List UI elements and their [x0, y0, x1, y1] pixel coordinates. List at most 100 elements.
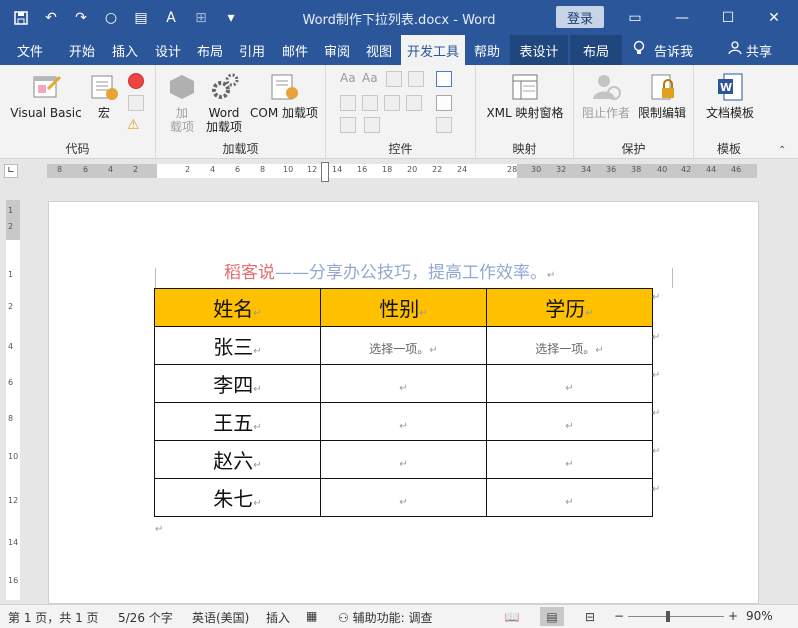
tab-mailings[interactable]: 邮件	[274, 35, 316, 65]
save-icon[interactable]	[8, 5, 34, 31]
undo-icon[interactable]: ↶	[38, 5, 64, 31]
gender-cell[interactable]: ↵	[320, 402, 487, 441]
tab-file[interactable]: 文件	[8, 35, 52, 65]
macro-security-icon[interactable]: ⚠	[127, 117, 140, 133]
table-row: 张三↵ 选择一项。↵ 选择一项。↵	[154, 326, 653, 365]
page-count[interactable]: 第 1 页，共 1 页	[8, 609, 99, 626]
name-cell[interactable]: 朱七↵	[154, 478, 321, 517]
block-authors-button[interactable]: 阻止作者	[578, 71, 634, 120]
circle-icon[interactable]: ○	[98, 5, 124, 31]
record-macro-icon[interactable]	[128, 73, 144, 89]
education-cell[interactable]: ↵	[486, 364, 653, 403]
collapse-ribbon-icon[interactable]: ⌃	[778, 145, 786, 156]
name-cell[interactable]: 李四↵	[154, 364, 321, 403]
ruler-tick: 4	[8, 342, 14, 351]
tell-me[interactable]: 告诉我	[632, 35, 693, 65]
tab-view[interactable]: 视图	[358, 35, 400, 65]
read-mode-icon[interactable]: 📖	[500, 607, 524, 626]
tab-home[interactable]: 开始	[60, 35, 104, 65]
web-layout-icon[interactable]: ⊟	[578, 607, 602, 626]
word-add-ins-button[interactable]: Word 加载项	[202, 71, 246, 134]
group-code-label: 代码	[65, 142, 90, 156]
education-cell[interactable]: ↵	[486, 440, 653, 479]
form-icon[interactable]: ▤	[128, 5, 154, 31]
print-layout-icon[interactable]: ▤	[540, 607, 564, 626]
maximize-icon[interactable]: ☐	[708, 0, 748, 35]
tab-references[interactable]: 引用	[232, 35, 272, 65]
education-dropdown[interactable]: 选择一项。↵	[486, 326, 653, 365]
name-cell[interactable]: 张三↵	[154, 326, 321, 365]
font-icon[interactable]: A	[158, 5, 184, 31]
insert-mode[interactable]: 插入	[266, 609, 290, 626]
accessibility-status[interactable]: ⚇ 辅助功能: 调查	[338, 609, 432, 626]
education-cell[interactable]: ↵	[486, 402, 653, 441]
visual-basic-button[interactable]: Visual Basic	[8, 71, 84, 120]
combo-box-control-icon[interactable]	[362, 95, 378, 111]
page-header[interactable]: 稻客说——分享办公技巧，提高工作效率。↵	[224, 258, 555, 283]
language[interactable]: 英语(美国)	[192, 609, 249, 626]
com-add-ins-button[interactable]: COM 加载项	[246, 71, 322, 120]
gender-cell[interactable]: ↵	[320, 440, 487, 479]
tab-help[interactable]: 帮助	[466, 35, 508, 65]
gender-cell[interactable]: ↵	[320, 478, 487, 517]
minimize-icon[interactable]: —	[662, 0, 702, 35]
document-template-button[interactable]: W 文档模板	[698, 71, 762, 120]
checkbox-control-icon[interactable]	[340, 95, 356, 111]
design-mode-icon[interactable]	[436, 71, 452, 87]
building-block-control-icon[interactable]	[408, 71, 424, 87]
macro-record-icon[interactable]: ▦	[306, 609, 317, 623]
rich-text-control-icon[interactable]: Aa	[340, 71, 356, 85]
header-cell-name[interactable]: 姓名↵	[154, 288, 321, 327]
tab-review[interactable]: 审阅	[316, 35, 358, 65]
name-cell[interactable]: 王五↵	[154, 402, 321, 441]
login-button[interactable]: 登录	[556, 6, 604, 28]
date-picker-control-icon[interactable]	[406, 95, 422, 111]
legacy-tools-icon[interactable]	[364, 117, 380, 133]
gender-dropdown[interactable]: 选择一项。↵	[320, 326, 487, 365]
redo-icon[interactable]: ↷	[68, 5, 94, 31]
repeating-section-icon[interactable]	[340, 117, 356, 133]
paragraph-mark: ↵	[155, 524, 164, 535]
indent-marker[interactable]	[321, 162, 329, 182]
gender-cell[interactable]: ↵	[320, 364, 487, 403]
add-ins-button[interactable]: 加 载项	[160, 71, 204, 134]
horizontal-ruler[interactable]: 8 6 4 2 2 4 6 8 10 12 14 16 18 20 22 24 …	[47, 164, 757, 178]
group-control-icon[interactable]	[436, 117, 452, 133]
format-icon[interactable]: ⊞	[188, 5, 214, 31]
zoom-in-icon[interactable]: +	[728, 609, 738, 623]
com-add-ins-icon	[268, 71, 300, 103]
macros-button[interactable]: 宏	[84, 71, 124, 120]
name-cell[interactable]: 赵六↵	[154, 440, 321, 479]
education-cell[interactable]: ↵	[486, 478, 653, 517]
header-cell-gender[interactable]: 性别↵	[320, 288, 487, 327]
plain-text-control-icon[interactable]: Aa	[362, 71, 378, 85]
zoom-slider[interactable]	[628, 616, 724, 617]
restrict-editing-button[interactable]: 限制编辑	[634, 71, 690, 120]
zoom-level[interactable]: 90%	[746, 609, 773, 623]
dropdown-control-icon[interactable]	[384, 95, 400, 111]
ruler-tick: 40	[657, 165, 668, 174]
zoom-slider-thumb[interactable]	[666, 611, 670, 622]
vertical-ruler[interactable]: 1 2 1 2 4 6 8 10 12 14 16	[6, 200, 20, 600]
ribbon-display-icon[interactable]: ▭	[615, 0, 655, 35]
tab-layout[interactable]: 布局	[190, 35, 230, 65]
tab-table-layout[interactable]: 布局	[570, 35, 622, 65]
document-page[interactable]: 稻客说——分享办公技巧，提高工作效率。↵ 姓名↵ 性别↵ 学历↵ 张三↵ 选择一…	[48, 201, 759, 604]
share-button[interactable]: 共享	[728, 35, 772, 65]
tab-insert[interactable]: 插入	[104, 35, 146, 65]
tab-table-design[interactable]: 表设计	[510, 35, 568, 65]
word-count[interactable]: 5/26 个字	[118, 609, 173, 626]
xml-mapping-pane-button[interactable]: XML 映射窗格	[480, 71, 570, 120]
properties-icon[interactable]	[436, 95, 452, 111]
more-icon[interactable]: ▾	[218, 5, 244, 31]
pause-recording-icon[interactable]	[128, 95, 144, 111]
zoom-out-icon[interactable]: −	[614, 609, 624, 623]
header-cell-education[interactable]: 学历↵	[486, 288, 653, 327]
picture-control-icon[interactable]	[386, 71, 402, 87]
close-icon[interactable]: ✕	[754, 0, 794, 35]
lock-icon	[646, 71, 678, 103]
tab-selector-icon[interactable]: ∟	[4, 164, 18, 178]
tab-developer[interactable]: 开发工具	[401, 35, 465, 65]
tab-design[interactable]: 设计	[148, 35, 188, 65]
visual-basic-label: Visual Basic	[10, 106, 82, 120]
